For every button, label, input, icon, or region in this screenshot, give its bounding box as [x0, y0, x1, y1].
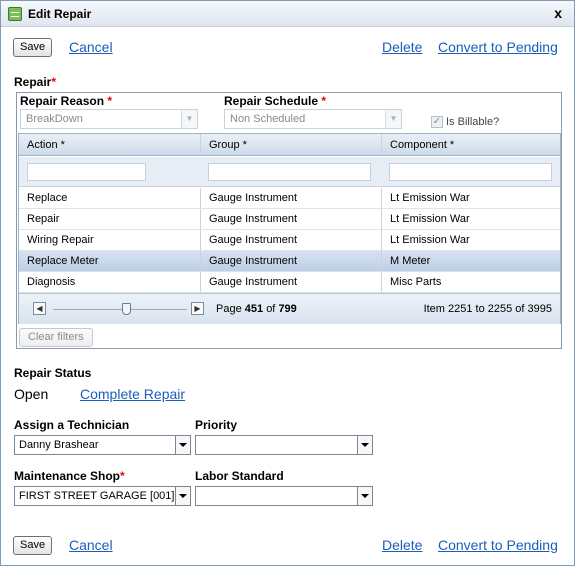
- column-header-action[interactable]: Action *: [19, 134, 200, 155]
- title-bar[interactable]: Edit Repair x: [1, 1, 574, 27]
- delete-link-bottom[interactable]: Delete: [382, 537, 422, 553]
- repair-section-text: Repair: [14, 75, 52, 89]
- close-icon[interactable]: x: [554, 5, 562, 21]
- pager-prev-icon[interactable]: ◀: [33, 302, 46, 315]
- form-icon: [8, 7, 22, 21]
- repair-reason-label: Repair Reason *: [20, 94, 112, 108]
- table-row[interactable]: Wiring Repair Gauge Instrument Lt Emissi…: [19, 230, 560, 251]
- column-header-group[interactable]: Group *: [200, 134, 381, 155]
- group-filter-input[interactable]: [208, 163, 371, 181]
- chevron-down-icon[interactable]: [357, 436, 372, 454]
- save-button[interactable]: Save: [13, 38, 53, 57]
- priority-label: Priority: [195, 418, 238, 432]
- cell-action: Repair: [27, 213, 60, 225]
- pager-page-info: Page 451 of 799: [216, 303, 297, 315]
- is-billable-checkbox: ✓: [431, 116, 443, 128]
- dialog-title: Edit Repair: [28, 7, 92, 21]
- labor-standard-label: Labor Standard: [195, 469, 284, 483]
- clear-filters-button[interactable]: Clear filters: [19, 328, 93, 347]
- convert-to-pending-link[interactable]: Convert to Pending: [438, 39, 558, 55]
- chevron-down-icon[interactable]: [357, 487, 372, 505]
- page-prefix: Page: [216, 303, 242, 315]
- page-of: of: [266, 303, 276, 315]
- cell-group: Gauge Instrument: [200, 251, 381, 271]
- cell-action: Diagnosis: [27, 276, 76, 288]
- maintenance-shop-value: FIRST STREET GARAGE [001]: [19, 490, 175, 502]
- action-filter-input[interactable]: [27, 163, 146, 181]
- cell-component: M Meter: [381, 251, 560, 271]
- required-marker: *: [321, 94, 327, 108]
- priority-select[interactable]: [195, 435, 373, 455]
- repair-section-label: Repair*: [14, 75, 56, 89]
- cell-action: Replace: [27, 192, 68, 204]
- delete-link[interactable]: Delete: [382, 39, 422, 55]
- current-page: 451: [244, 303, 264, 315]
- repair-reason-combo: BreakDown ▼: [20, 109, 198, 129]
- table-row-selected[interactable]: Replace Meter Gauge Instrument M Meter: [19, 251, 560, 272]
- total-pages: 799: [278, 303, 297, 315]
- maintenance-shop-select[interactable]: FIRST STREET GARAGE [001]: [14, 486, 191, 506]
- column-header-component[interactable]: Component *: [381, 134, 560, 155]
- cell-group: Gauge Instrument: [200, 209, 381, 229]
- is-billable-label: Is Billable?: [446, 116, 500, 128]
- required-marker: *: [120, 469, 125, 483]
- table-row[interactable]: Replace Gauge Instrument Lt Emission War: [19, 188, 560, 209]
- chevron-down-icon[interactable]: [175, 487, 190, 505]
- component-filter-input[interactable]: [389, 163, 552, 181]
- repair-schedule-value: Non Scheduled: [230, 113, 306, 125]
- technician-select[interactable]: Danny Brashear: [14, 435, 191, 455]
- cell-action: Wiring Repair: [27, 234, 94, 246]
- cell-component: Misc Parts: [381, 272, 560, 292]
- labor-standard-select[interactable]: [195, 486, 373, 506]
- cell-group: Gauge Instrument: [200, 230, 381, 250]
- repair-reason-value: BreakDown: [26, 113, 83, 125]
- convert-to-pending-link-bottom[interactable]: Convert to Pending: [438, 537, 558, 553]
- required-marker: *: [51, 75, 57, 89]
- grid-header: Action * Group * Component *: [19, 134, 560, 156]
- chevron-down-icon: ▼: [181, 110, 197, 128]
- cancel-link-bottom[interactable]: Cancel: [69, 537, 113, 553]
- cancel-link[interactable]: Cancel: [69, 39, 113, 55]
- repair-actions-grid: Action * Group * Component * Replace Gau…: [18, 133, 561, 324]
- save-button-bottom[interactable]: Save: [13, 536, 53, 555]
- cell-component: Lt Emission War: [381, 230, 560, 250]
- pager-next-icon[interactable]: ▶: [191, 302, 204, 315]
- chevron-down-icon[interactable]: [175, 436, 190, 454]
- edit-repair-dialog: Edit Repair x Save Cancel Delete Convert…: [0, 0, 575, 566]
- repair-schedule-text: Repair Schedule: [224, 94, 319, 108]
- assign-technician-label: Assign a Technician: [14, 418, 130, 432]
- maintenance-shop-label: Maintenance Shop*: [14, 469, 125, 483]
- pager-slider-thumb[interactable]: [122, 303, 131, 315]
- maintenance-shop-text: Maintenance Shop: [14, 469, 121, 483]
- grid-filter-row: [19, 157, 560, 187]
- grid-pager: ◀ ▶ Page 451 of 799 Item 2251 to 2255 of…: [19, 293, 560, 324]
- repair-panel: Repair Reason * BreakDown ▼ Repair Sched…: [16, 92, 562, 349]
- cell-group: Gauge Instrument: [200, 272, 381, 292]
- cell-group: Gauge Instrument: [200, 188, 381, 208]
- required-marker: *: [107, 94, 113, 108]
- pager-item-range: Item 2251 to 2255 of 3995: [423, 303, 552, 315]
- pager-slider-track[interactable]: [53, 309, 187, 310]
- cell-component: Lt Emission War: [381, 209, 560, 229]
- technician-value: Danny Brashear: [19, 439, 99, 451]
- repair-schedule-combo: Non Scheduled ▼: [224, 109, 402, 129]
- repair-reason-text: Repair Reason: [20, 94, 105, 108]
- chevron-down-icon: ▼: [385, 110, 401, 128]
- repair-status-label: Repair Status: [14, 366, 92, 380]
- table-row[interactable]: Diagnosis Gauge Instrument Misc Parts: [19, 272, 560, 293]
- cell-component: Lt Emission War: [381, 188, 560, 208]
- repair-schedule-label: Repair Schedule *: [224, 94, 326, 108]
- complete-repair-link[interactable]: Complete Repair: [80, 386, 185, 402]
- repair-status-value: Open: [14, 386, 49, 402]
- table-row[interactable]: Repair Gauge Instrument Lt Emission War: [19, 209, 560, 230]
- cell-action: Replace Meter: [27, 255, 99, 267]
